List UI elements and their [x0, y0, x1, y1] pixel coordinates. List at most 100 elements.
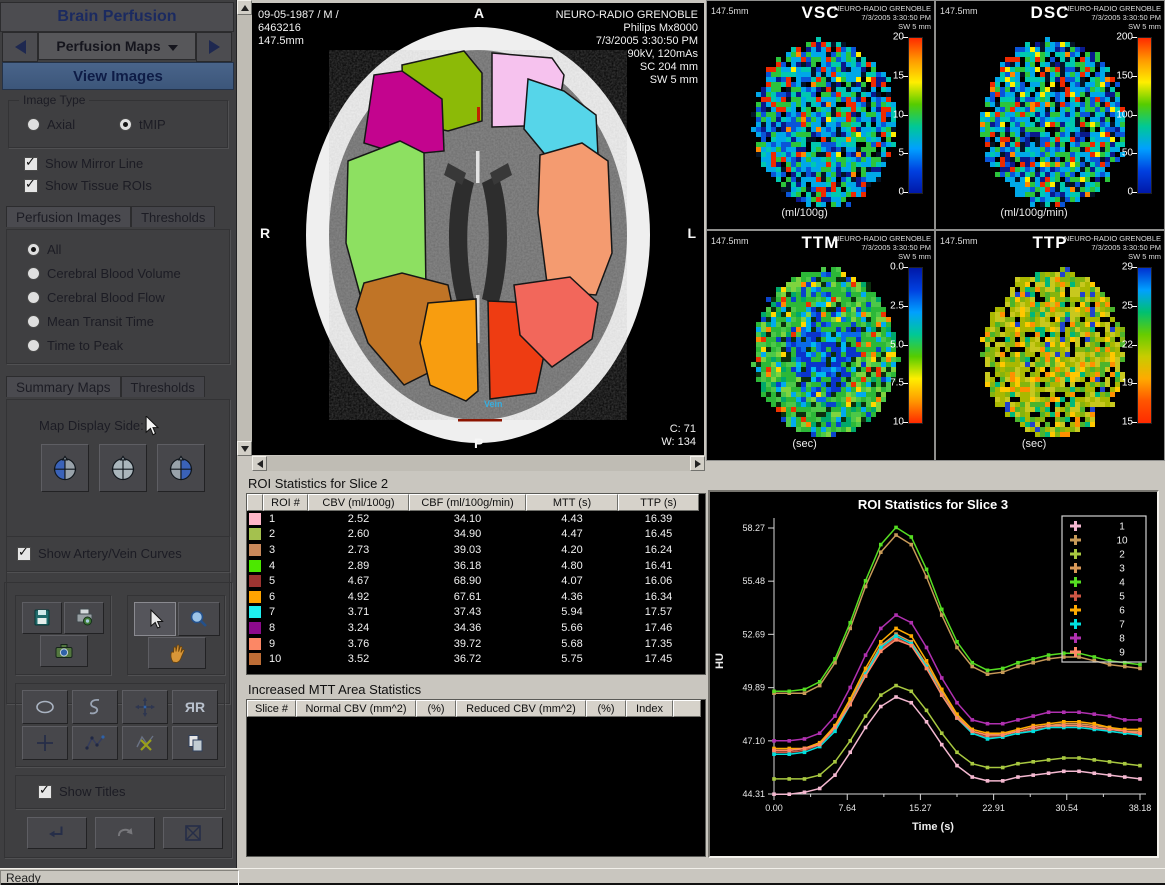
table-row[interactable]: 12.5234.104.4316.39: [247, 511, 705, 527]
tab-summary-maps[interactable]: Summary Maps: [6, 376, 121, 397]
table-row[interactable]: 73.7137.435.9417.57: [247, 605, 705, 621]
select-tool-button[interactable]: [134, 602, 176, 636]
column-header[interactable]: MTT (s): [526, 494, 618, 511]
delete-roi-button[interactable]: [122, 726, 168, 760]
svg-text:10: 10: [1116, 536, 1128, 547]
perfusion-images-tabs: Perfusion ImagesThresholds: [6, 206, 215, 227]
orientation-right: R: [260, 225, 270, 241]
svg-text:5: 5: [1119, 592, 1125, 603]
tab-thresholds-2[interactable]: Thresholds: [121, 376, 205, 397]
view-images-button[interactable]: View Images: [2, 62, 234, 90]
table-row[interactable]: 83.2434.365.6617.46: [247, 620, 705, 636]
next-arrow-icon: [209, 40, 220, 54]
column-header[interactable]: (%): [586, 700, 626, 717]
zoom-tool-button[interactable]: [178, 602, 220, 636]
svg-text:58.27: 58.27: [742, 523, 765, 533]
map-side-both-button[interactable]: [99, 444, 147, 492]
scale-tick-mark: [1132, 345, 1137, 346]
table-row[interactable]: 64.9267.614.3616.34: [247, 589, 705, 605]
apply-button[interactable]: [27, 817, 87, 849]
radio-all[interactable]: All: [27, 242, 229, 257]
radio-time-to-peak[interactable]: Time to Peak: [27, 338, 229, 353]
radio-cerebral-blood-flow[interactable]: Cerebral Blood Flow: [27, 290, 229, 305]
print-capture-button[interactable]: [64, 602, 104, 634]
flip-letters-icon: ЯR: [185, 699, 205, 715]
table-row[interactable]: 103.5236.725.7517.45: [247, 651, 705, 667]
nav-prev-button[interactable]: [2, 32, 38, 62]
map-side-right-button[interactable]: [157, 444, 205, 492]
undo-button[interactable]: [95, 817, 155, 849]
column-header[interactable]: Index: [626, 700, 673, 717]
scroll-left-button[interactable]: [252, 456, 267, 471]
main-image-hscrollbar[interactable]: [252, 456, 705, 471]
close-button[interactable]: [163, 817, 223, 849]
column-header[interactable]: (%): [416, 700, 456, 717]
radio-icon: [27, 315, 40, 328]
column-header[interactable]: CBF (ml/100g/min): [409, 494, 526, 511]
column-header[interactable]: [247, 494, 263, 511]
svg-text:1: 1: [1119, 522, 1125, 533]
table-row[interactable]: 22.6034.904.4716.45: [247, 527, 705, 543]
scale-tick-label: 5.0: [874, 339, 904, 350]
main-brain-image-viewport[interactable]: Vein 09-05-1987 / M / 6463216 147.5mm NE…: [252, 3, 704, 455]
app-title: Brain Perfusion: [0, 2, 234, 32]
tab-thresholds-1[interactable]: Thresholds: [131, 206, 215, 227]
roi-color-swatch: [249, 575, 261, 587]
summary-maps-tabs: Summary MapsThresholds: [6, 376, 205, 397]
map-dsc[interactable]: DSC147.5mmNEURO-RADIO GRENOBLE7/3/2005 3…: [936, 1, 1164, 229]
column-header[interactable]: TTP (s): [618, 494, 699, 511]
table-row[interactable]: 42.8936.184.8016.41: [247, 558, 705, 574]
column-header[interactable]: CBV (ml/100g): [308, 494, 409, 511]
ellipse-roi-button[interactable]: [22, 690, 68, 724]
map-ttp[interactable]: TTP147.5mmNEURO-RADIO GRENOBLE7/3/2005 3…: [936, 231, 1164, 460]
checkbox-show-tissue-rois[interactable]: Show Tissue ROIs: [24, 178, 152, 193]
main-image-vscrollbar[interactable]: [237, 0, 252, 456]
perfusion-maps-menu[interactable]: Perfusion Maps: [38, 32, 196, 60]
table-row[interactable]: 54.6768.904.0716.06: [247, 573, 705, 589]
checkbox-show-mirror-line[interactable]: Show Mirror Line: [24, 156, 143, 171]
camera-icon: [51, 639, 77, 663]
radio-tmip[interactable]: tMIP: [119, 117, 166, 132]
copy-roi-button[interactable]: [172, 726, 218, 760]
crosshair-button[interactable]: [22, 726, 68, 760]
freehand-roi-button[interactable]: [72, 690, 118, 724]
polyline-roi-button[interactable]: [72, 726, 118, 760]
column-header[interactable]: Slice #: [247, 700, 296, 717]
checkbox-show-titles[interactable]: Show Titles: [38, 784, 125, 799]
scale-tick-label: 0: [874, 187, 904, 198]
column-header[interactable]: [673, 700, 701, 717]
sidebar: Brain Perfusion Perfusion Maps View Imag…: [0, 0, 237, 868]
printer-camera-icon: [72, 606, 96, 630]
tab-perfusion-images[interactable]: Perfusion Images: [6, 206, 131, 227]
pan-tool-button[interactable]: [148, 637, 206, 669]
color-scale-bar: [908, 37, 923, 194]
map-side-left-button[interactable]: [41, 444, 89, 492]
radio-cerebral-blood-volume[interactable]: Cerebral Blood Volume: [27, 266, 229, 281]
brain-perfusion-app: Brain Perfusion Perfusion Maps View Imag…: [0, 0, 1165, 885]
checkbox-icon: [24, 179, 38, 193]
save-button[interactable]: [22, 602, 62, 634]
camera-button[interactable]: [40, 635, 88, 667]
roi-color-swatch: [249, 560, 261, 572]
radio-axial[interactable]: Axial: [27, 117, 75, 132]
scroll-up-button[interactable]: [237, 0, 252, 15]
roi-color-swatch: [249, 528, 261, 540]
pointer-tools-group: [127, 595, 225, 675]
head-both-icon: [108, 453, 138, 483]
move-roi-button[interactable]: [122, 690, 168, 724]
table-row[interactable]: 93.7639.725.6817.35: [247, 636, 705, 652]
svg-text:49.89: 49.89: [742, 683, 765, 693]
table-row[interactable]: 32.7339.034.2016.24: [247, 542, 705, 558]
map-ttm[interactable]: TTM147.5mmNEURO-RADIO GRENOBLE7/3/2005 3…: [707, 231, 934, 460]
nav-next-button[interactable]: [196, 32, 232, 62]
mirror-roi-button[interactable]: ЯR: [172, 690, 218, 724]
checkbox-artery-vein-curves[interactable]: Show Artery/Vein Curves: [17, 546, 182, 561]
column-header[interactable]: ROI #: [263, 494, 308, 511]
scroll-right-button[interactable]: [690, 456, 705, 471]
scroll-down-button[interactable]: [237, 441, 252, 456]
scale-tick-label: 15: [1103, 417, 1133, 428]
column-header[interactable]: Reduced CBV (mm^2): [456, 700, 586, 717]
column-header[interactable]: Normal CBV (mm^2): [296, 700, 416, 717]
radio-mean-transit-time[interactable]: Mean Transit Time: [27, 314, 229, 329]
map-vsc[interactable]: VSC147.5mmNEURO-RADIO GRENOBLE7/3/2005 3…: [707, 1, 934, 229]
